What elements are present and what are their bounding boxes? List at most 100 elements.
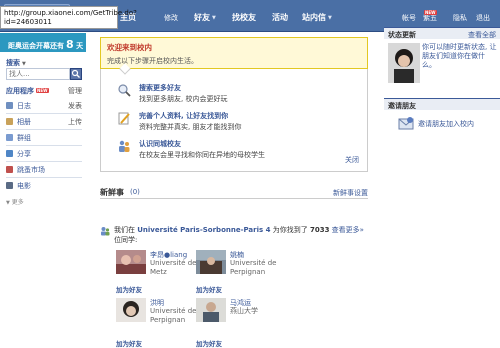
story-suffix: 位同学: xyxy=(114,236,138,244)
invite-friends-box: 邀请朋友 邀请朋友加入校内 xyxy=(384,98,500,138)
divider xyxy=(6,113,82,114)
blog-publish-link[interactable]: 发表 xyxy=(68,101,82,111)
status-header: 状态更新 查看全部 xyxy=(384,27,500,39)
person-school: Université de Perpignan xyxy=(150,307,197,324)
welcome-banner: 欢迎来到校内 完成以下步骤开启校内生活。 xyxy=(100,37,368,75)
view-more-link[interactable]: 查看更多» xyxy=(332,226,364,234)
add-friend-button[interactable]: 加为好友 xyxy=(196,338,222,348)
tip-title[interactable]: 完善个人资料, 让好友找到你 xyxy=(139,111,228,121)
link-url-tooltip: http://group.xiaonei.com/GetTribe.do? id… xyxy=(0,6,137,29)
countdown-days: 8 xyxy=(66,38,74,51)
add-friend-button[interactable]: 加为好友 xyxy=(116,284,142,294)
sidebar-item-label: 相册 xyxy=(17,118,31,126)
chevron-down-icon[interactable]: ▼ xyxy=(212,15,216,21)
search-title-label: 搜索 xyxy=(6,59,20,67)
search-button[interactable] xyxy=(70,68,82,80)
suggested-person: 马鸿运 燕山大学 加为好友 xyxy=(196,298,276,348)
add-friend-button[interactable]: 加为好友 xyxy=(196,284,222,294)
feed-settings-link[interactable]: 新鲜事设置 xyxy=(333,188,368,198)
story-text: 我们在 Université Paris-Sorbonne-Paris 4 为你… xyxy=(114,225,368,245)
tip-description: 找到更多朋友, 校内会更好玩 xyxy=(139,95,228,103)
invite-header: 邀请朋友 xyxy=(384,98,500,110)
avatar[interactable] xyxy=(196,298,226,322)
apps-new-badge: NEW xyxy=(36,88,49,93)
market-icon xyxy=(6,166,13,173)
nav-edit[interactable]: 修改 xyxy=(164,13,178,23)
invite-envelope-icon xyxy=(398,117,414,130)
sidebar-item-label: 日志 xyxy=(17,102,31,110)
status-update-box: 状态更新 查看全部 你可以随时更新状态, 让朋友们知道你在做什么。 xyxy=(384,27,500,89)
divider xyxy=(6,177,82,178)
tip-description: 在校友会里寻找和你同在异地的母校学生 xyxy=(139,151,265,159)
avatar[interactable] xyxy=(388,43,420,83)
apps-manage-link[interactable]: 管理 xyxy=(68,86,82,96)
status-prompt[interactable]: 你可以随时更新状态, 让朋友们知道你在做什么。 xyxy=(422,43,498,70)
apps-title: 应用程序 xyxy=(6,87,34,95)
nav-find-friends[interactable]: 找校友 xyxy=(232,12,256,23)
nav-privacy[interactable]: 隐私 xyxy=(453,13,467,23)
apps-header: 应用程序 NEW 管理 xyxy=(6,86,82,98)
groups-icon xyxy=(6,134,13,141)
welcome-title: 欢迎来到校内 xyxy=(107,43,152,52)
invite-title: 邀请朋友 xyxy=(388,102,416,110)
close-tips-link[interactable]: 关闭 xyxy=(345,155,359,165)
nav-inbox-label: 站内信 xyxy=(302,13,326,22)
sidebar-item-label: 分享 xyxy=(17,150,31,158)
add-friend-button[interactable]: 加为好友 xyxy=(116,338,142,348)
sidebar-item-share[interactable]: 分享 xyxy=(6,149,82,161)
news-feed-header: 新鲜事 (0) 新鲜事设置 xyxy=(100,187,368,199)
getting-started-panel: 搜索更多好友 找到更多朋友, 校内会更好玩 完善个人资料, 让好友找到你 资料完… xyxy=(100,69,368,172)
person-school: Université de Perpignan xyxy=(230,259,277,276)
countdown-text: 距奥运会开幕还有 xyxy=(8,42,64,50)
more-label: 更多 xyxy=(11,199,24,206)
photos-upload-link[interactable]: 上传 xyxy=(68,117,82,127)
search-icon xyxy=(71,69,80,78)
sidebar-item-movies[interactable]: 电影 xyxy=(6,181,82,193)
avatar[interactable] xyxy=(196,250,226,274)
sidebar-item-flea-market[interactable]: 跳蚤市场 xyxy=(6,165,82,177)
friends-icon xyxy=(101,227,110,236)
classmate-count: 7033 xyxy=(309,226,330,234)
feed-count[interactable]: (0) xyxy=(130,188,140,196)
sidebar-item-blog[interactable]: 日志 发表 xyxy=(6,101,82,113)
invite-friends-link[interactable]: 邀请朋友加入校内 xyxy=(418,119,474,129)
film-icon xyxy=(6,182,13,189)
pencil-icon xyxy=(118,112,130,125)
sidebar-item-groups[interactable]: 群组 xyxy=(6,133,82,145)
sidebar-more-link[interactable]: ▼ 更多 xyxy=(6,197,82,209)
sidebar-item-label: 电影 xyxy=(17,182,31,190)
divider xyxy=(6,161,82,162)
university-link[interactable]: Université Paris-Sorbonne-Paris 4 xyxy=(137,226,270,234)
people-icon xyxy=(119,140,130,152)
chevron-down-icon[interactable]: ▼ xyxy=(22,61,26,67)
avatar[interactable] xyxy=(116,298,146,322)
search-input[interactable] xyxy=(6,68,70,80)
countdown-unit: 天 xyxy=(76,42,84,50)
tooltip-line-2: id=24603011 xyxy=(4,18,52,26)
divider xyxy=(6,145,82,146)
new-badge: NEW xyxy=(424,10,437,15)
chevron-down-icon[interactable]: ▼ xyxy=(328,15,332,21)
nav-events[interactable]: 活动 xyxy=(272,12,288,23)
nav-account[interactable]: 帐号 xyxy=(402,13,416,23)
nav-inbox[interactable]: 站内信 ▼ xyxy=(302,12,332,23)
search-section-title[interactable]: 搜索 ▼ xyxy=(6,58,26,68)
sidebar-item-label: 群组 xyxy=(17,134,31,142)
tip-title[interactable]: 认识同城校友 xyxy=(139,139,181,149)
tooltip-line-1: http://group.xiaonei.com/GetTribe.do? xyxy=(4,9,137,17)
tip-title[interactable]: 搜索更多好友 xyxy=(139,83,181,93)
story-middle: 为你找到了 xyxy=(272,226,308,234)
olympics-countdown-banner[interactable]: 距奥运会开幕还有 8 天 xyxy=(0,33,86,52)
view-all-link[interactable]: 查看全部 xyxy=(468,30,496,40)
person-school: 燕山大学 xyxy=(230,307,258,315)
nav-friends-label: 好友 xyxy=(194,13,210,22)
story-prefix: 我们在 xyxy=(114,226,135,234)
nav-logout[interactable]: 退出 xyxy=(476,13,490,23)
nav-friends[interactable]: 好友 ▼ xyxy=(194,12,216,23)
avatar[interactable] xyxy=(116,250,146,274)
divider xyxy=(6,129,82,130)
suggested-person: 姚楠 Université de Perpignan 加为好友 xyxy=(196,250,277,294)
feed-title: 新鲜事 xyxy=(100,188,124,197)
tip-description: 资料完整并真实, 朋友才能找到你 xyxy=(139,123,242,131)
sidebar-item-photos[interactable]: 相册 上传 xyxy=(6,117,82,129)
